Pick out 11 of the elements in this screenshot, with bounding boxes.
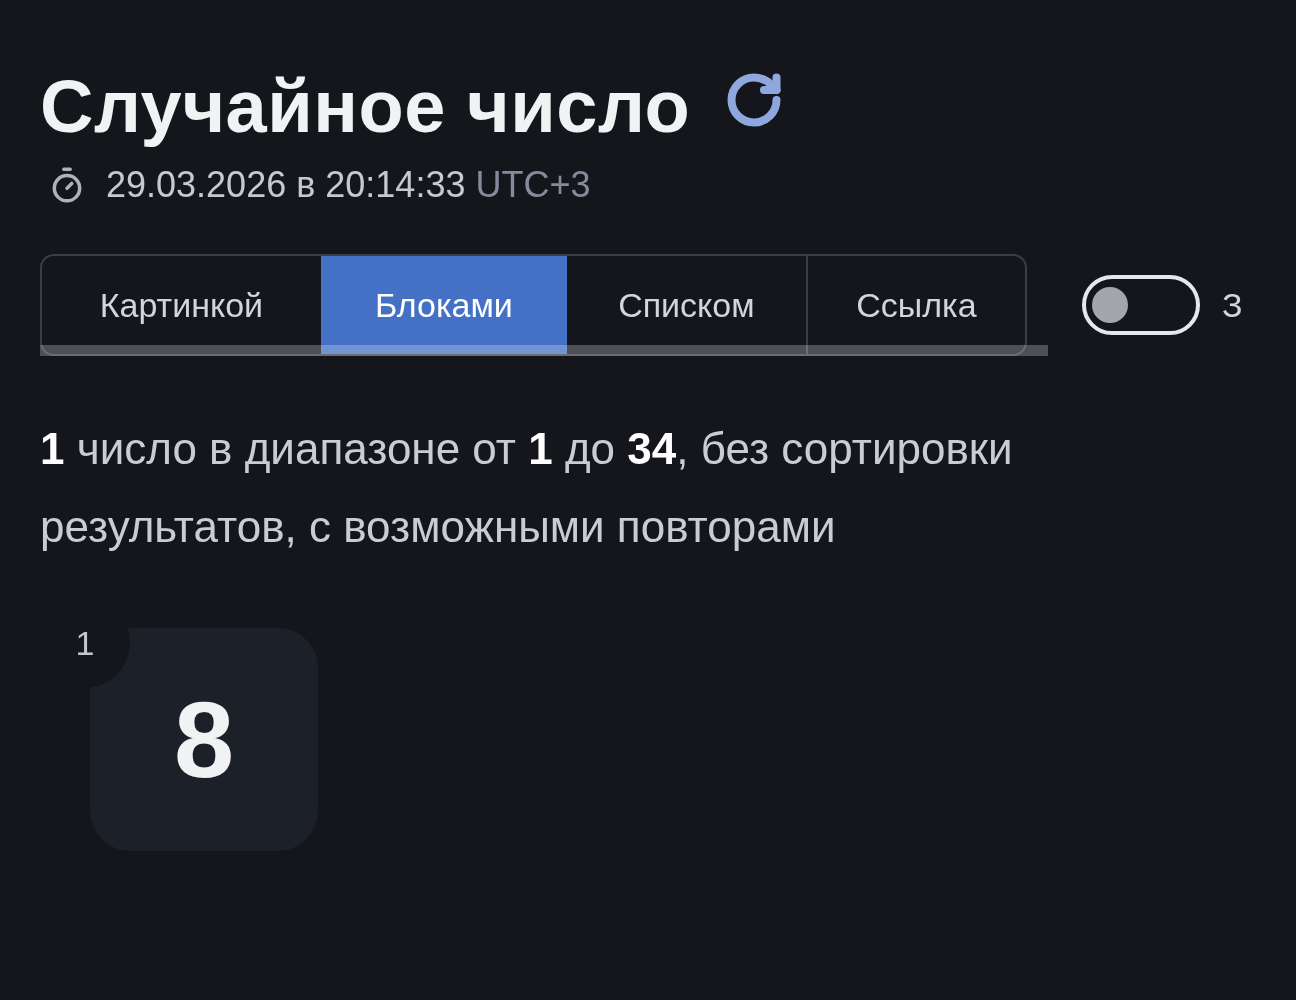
tab[interactable]: Картинкой [42, 256, 321, 354]
tab[interactable]: Блоками [320, 256, 567, 354]
tab[interactable]: Списком [566, 256, 806, 354]
tab[interactable]: Ссылка [805, 256, 1025, 354]
timezone: UTC+3 [475, 164, 591, 205]
timestamp: 29.03.2026 в 20:14:33 [106, 164, 466, 205]
result-value: 8 [173, 685, 235, 794]
description-text: 1 число в диапазоне от 1 до 34, без сортировки результатов, с возможными повторами [40, 423, 1014, 553]
horizontal-scrollbar[interactable] [40, 345, 1048, 356]
toggle-label: З [1222, 284, 1243, 326]
toggle-switch[interactable] [1082, 275, 1200, 335]
